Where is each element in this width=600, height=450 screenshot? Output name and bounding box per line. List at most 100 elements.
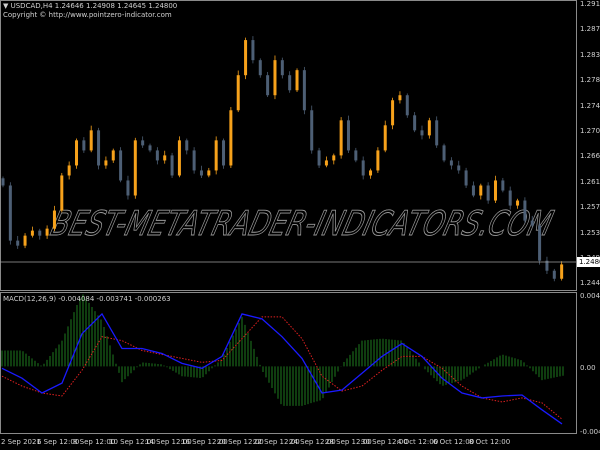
candle-body <box>464 170 468 186</box>
candle-body <box>214 140 218 171</box>
candle-body <box>391 100 395 126</box>
candle-body <box>435 120 439 146</box>
candle-body <box>449 160 453 166</box>
price-tick-label: 1.29145 <box>580 0 600 8</box>
candle-body <box>23 235 27 246</box>
candle-body <box>266 75 270 96</box>
candle-body <box>538 225 542 261</box>
price-tick-label: 1.26180 <box>580 177 600 186</box>
candle-body <box>185 140 189 151</box>
candle-body <box>405 95 409 116</box>
candle-body <box>295 70 299 91</box>
candle-body <box>97 130 101 166</box>
candle-body <box>339 120 343 156</box>
candle-body <box>8 185 12 241</box>
candle-body <box>369 170 373 176</box>
macd-tick-label: -0.004723 <box>580 428 600 436</box>
price-tick-label: 1.27030 <box>580 127 600 135</box>
candle-body <box>155 150 159 161</box>
candle-body <box>229 110 233 166</box>
time-tick-label: 2 Sep 2021 <box>1 438 41 446</box>
candle-body <box>346 120 350 151</box>
candle-body <box>376 150 380 171</box>
candle-body <box>560 264 564 279</box>
chart-canvas: BEST-METATRADER-INDICATORS.COM <box>0 36 576 425</box>
price-tick-label: 1.26605 <box>580 152 600 161</box>
candle-body <box>82 140 86 151</box>
candle-body <box>332 155 336 161</box>
price-tick-label: 1.24490 <box>580 279 600 288</box>
candle-body <box>1 178 5 186</box>
candle-body <box>457 165 461 171</box>
candle-body <box>530 220 534 226</box>
macd-title: MACD(12,26,9) -0.004084 -0.003741 -0.000… <box>3 295 171 303</box>
candle-body <box>310 110 314 151</box>
candle-body <box>493 180 497 201</box>
price-tick-label: 1.25760 <box>580 203 600 212</box>
candle-body <box>148 145 152 151</box>
copyright-text: Copyright © http://www.pointzero-indicat… <box>3 11 172 19</box>
candle-body <box>75 140 79 166</box>
macd-tick-label: 0.00 <box>580 364 596 372</box>
candle-body <box>126 180 130 196</box>
symbol-info: ▼ USDCAD,H4 1.24646 1.24908 1.24645 1.24… <box>3 2 177 10</box>
candle-body <box>317 150 321 166</box>
price-tick-label: 1.28725 <box>580 25 600 34</box>
candle-body <box>288 75 292 91</box>
watermark: BEST-METATRADER-INDICATORS.COM <box>46 204 558 244</box>
candle-body <box>16 240 20 246</box>
candle-body <box>177 140 181 176</box>
candle-body <box>324 160 328 166</box>
candle-body <box>471 185 475 196</box>
candle-body <box>133 140 137 196</box>
candles <box>1 36 564 282</box>
candle-body <box>258 60 262 76</box>
candle-body <box>60 175 64 211</box>
candle-body <box>383 125 387 151</box>
candle-body <box>302 70 306 111</box>
candle-body <box>251 40 255 61</box>
candle-body <box>552 270 556 279</box>
current-price-label: 1.24800 <box>577 257 600 267</box>
candle-body <box>427 120 431 136</box>
candle-body <box>170 155 174 176</box>
time-tick-label: 6 Oct 12:00 <box>433 438 475 446</box>
price-tick-label: 1.25335 <box>580 228 600 237</box>
candle-body <box>354 150 358 161</box>
macd-histogram <box>1 294 564 406</box>
dropdown-triangle-icon[interactable]: ▼ <box>3 2 11 10</box>
candle-body <box>45 228 49 236</box>
candle-body <box>413 115 417 131</box>
candle-body <box>119 150 123 181</box>
candle-body <box>192 150 196 171</box>
candle-body <box>236 75 240 111</box>
candle-body <box>442 145 446 161</box>
candle-body <box>523 200 527 221</box>
candle-body <box>222 140 226 166</box>
candle-body <box>207 170 211 176</box>
candle-body <box>280 60 284 76</box>
candle-body <box>163 155 167 161</box>
watermark-text: BEST-METATRADER-INDICATORS.COM <box>47 205 558 244</box>
macd-line <box>1 312 563 425</box>
candle-body <box>361 160 365 176</box>
candle-body <box>516 200 520 206</box>
candle-body <box>104 160 108 166</box>
time-tick-label: 8 Oct 12:00 <box>469 438 511 446</box>
symbol-ohlc: USDCAD,H4 1.24646 1.24908 1.24645 1.2480… <box>10 2 178 10</box>
price-tick-label: 1.28300 <box>580 50 600 59</box>
price-tick-label: 1.27875 <box>580 76 600 85</box>
candle-body <box>38 230 42 236</box>
candle-body <box>244 40 248 76</box>
candle-body <box>273 60 277 96</box>
candle-body <box>141 140 145 146</box>
candle-body <box>508 190 512 206</box>
candle-body <box>479 185 483 196</box>
candle-body <box>486 185 490 201</box>
candle-body <box>52 210 56 229</box>
candle-body <box>111 150 115 161</box>
candle-body <box>30 230 34 236</box>
candle-body <box>89 130 93 151</box>
candle-body <box>420 130 424 136</box>
macd-tick-label: 0.00498 <box>580 292 600 300</box>
